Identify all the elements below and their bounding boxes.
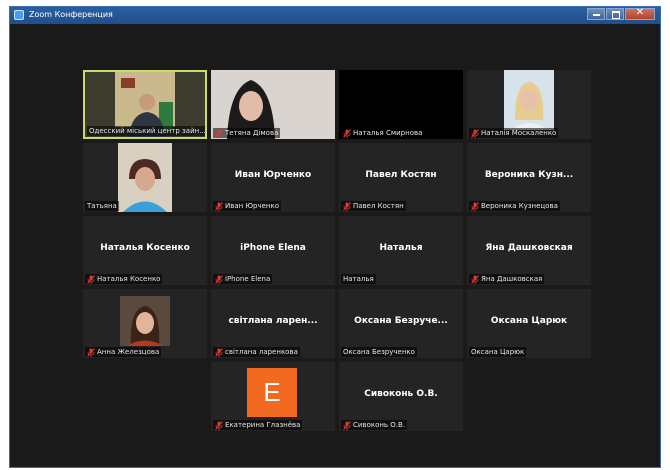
maximize-button[interactable] bbox=[606, 8, 624, 20]
mic-muted-icon bbox=[343, 201, 351, 211]
participant-name-label: Оксана Безрученко bbox=[341, 347, 417, 357]
mic-muted-icon bbox=[343, 128, 351, 138]
participant-tile-natalia[interactable]: Наталья Наталья bbox=[339, 216, 463, 285]
participant-display-name: Наталья Косенко bbox=[100, 243, 190, 253]
participant-tile-ekaterina-glazneva[interactable]: E Екатерина Глазнёва bbox=[211, 362, 335, 431]
participant-tile-natalia-smirnova[interactable]: Наталья Смирнова bbox=[339, 70, 463, 139]
participant-tile-oksana-bezruchenko[interactable]: Оксана Безруче... Оксана Безрученко bbox=[339, 289, 463, 358]
mic-muted-icon bbox=[215, 128, 223, 138]
participant-tile-ivan-yurchenko[interactable]: Иван Юрченко Иван Юрченко bbox=[211, 143, 335, 212]
participant-tile-odessa-center[interactable]: Одесский міський центр зайн... bbox=[83, 70, 207, 139]
mic-muted-icon bbox=[215, 201, 223, 211]
participant-tile-svitlana-larenkova[interactable]: світлана ларен... світлана ларенкова bbox=[211, 289, 335, 358]
maximize-icon bbox=[612, 11, 620, 19]
participant-name-label: Сивоконь О.В. bbox=[341, 420, 408, 430]
empty-slot bbox=[467, 362, 591, 431]
participant-tile-oksana-tsariuk[interactable]: Оксана Царюк Оксана Царюк bbox=[467, 289, 591, 358]
participant-name-label: Анна Железцова bbox=[85, 347, 162, 357]
minimize-icon bbox=[593, 14, 600, 16]
gallery-view: Одесский міський центр зайн... Тетяна Ді… bbox=[83, 70, 591, 434]
participant-name-label: Оксана Царюк bbox=[469, 347, 527, 357]
participant-display-name: Оксана Безруче... bbox=[354, 316, 448, 326]
window-title: Zoom Конференция bbox=[29, 10, 113, 19]
participant-display-name: Наталья bbox=[379, 243, 423, 253]
close-icon: ✕ bbox=[635, 7, 645, 18]
participant-tile-iphone-elena[interactable]: iPhone Elena iPhone Elena bbox=[211, 216, 335, 285]
participant-display-name: Яна Дашковская bbox=[485, 243, 573, 253]
close-button[interactable]: ✕ bbox=[625, 7, 655, 20]
participant-tile-veronika-kuznetsova[interactable]: Вероника Кузн... Вероника Кузнецова bbox=[467, 143, 591, 212]
participant-display-name: iPhone Elena bbox=[240, 243, 306, 253]
participant-name-label: Вероника Кузнецова bbox=[469, 201, 560, 211]
participant-display-name: Сивоконь О.В. bbox=[364, 389, 438, 399]
participant-name-label: Наталія Москаленко bbox=[469, 128, 559, 138]
participant-name-label: Тетяна Дімова bbox=[213, 128, 281, 138]
mic-muted-icon bbox=[215, 347, 223, 357]
participant-name-label: Наталья bbox=[341, 274, 376, 284]
participant-name-label: світлана ларенкова bbox=[213, 347, 300, 357]
mic-muted-icon bbox=[471, 201, 479, 211]
window-controls: ✕ bbox=[586, 7, 655, 22]
participant-display-name: Павел Костян bbox=[365, 170, 437, 180]
participant-name-label: Иван Юрченко bbox=[213, 201, 281, 211]
participant-tile-yana-dashkovskaya[interactable]: Яна Дашковская Яна Дашковская bbox=[467, 216, 591, 285]
participant-name-label: Наталья Косенко bbox=[85, 274, 163, 284]
participant-name-label: Павел Костян bbox=[341, 201, 406, 211]
minimize-button[interactable] bbox=[587, 8, 605, 20]
participant-tile-natalia-kosenko[interactable]: Наталья Косенко Наталья Косенко bbox=[83, 216, 207, 285]
zoom-window: Zoom Конференция ✕ Одесский міський цент… bbox=[9, 6, 661, 468]
mic-muted-icon bbox=[343, 420, 351, 430]
participant-name-label: Одесский міський центр зайн... bbox=[87, 126, 206, 136]
mic-muted-icon bbox=[87, 347, 95, 357]
avatar: E bbox=[247, 368, 297, 417]
participant-tile-tatiana[interactable]: Татьяна bbox=[83, 143, 207, 212]
participant-name-label: Татьяна bbox=[85, 201, 119, 211]
participant-name-label: Екатерина Глазнёва bbox=[213, 420, 303, 430]
participant-display-name: світлана ларен... bbox=[228, 316, 318, 326]
participant-display-name: Вероника Кузн... bbox=[484, 170, 574, 180]
mic-muted-icon bbox=[87, 274, 95, 284]
participant-name-label: iPhone Elena bbox=[213, 274, 273, 284]
empty-slot bbox=[83, 362, 207, 431]
zoom-app-icon bbox=[14, 10, 24, 20]
participant-tile-syvokon[interactable]: Сивоконь О.В. Сивоконь О.В. bbox=[339, 362, 463, 431]
participant-tile-anna-zheleztsova[interactable]: Анна Железцова bbox=[83, 289, 207, 358]
participant-tile-tetiana-dimova[interactable]: Тетяна Дімова bbox=[211, 70, 335, 139]
participant-name-label: Яна Дашковская bbox=[469, 274, 545, 284]
title-bar[interactable]: Zoom Конференция ✕ bbox=[10, 7, 660, 24]
mic-muted-icon bbox=[471, 274, 479, 284]
mic-muted-icon bbox=[215, 420, 223, 430]
mic-muted-icon bbox=[215, 274, 223, 284]
participant-display-name: Оксана Царюк bbox=[490, 316, 568, 326]
participant-tile-natalia-moskalenko[interactable]: Наталія Москаленко bbox=[467, 70, 591, 139]
participant-name-label: Наталья Смирнова bbox=[341, 128, 425, 138]
mic-muted-icon bbox=[471, 128, 479, 138]
participant-tile-pavel-kostian[interactable]: Павел Костян Павел Костян bbox=[339, 143, 463, 212]
participant-display-name: Иван Юрченко bbox=[234, 170, 312, 180]
